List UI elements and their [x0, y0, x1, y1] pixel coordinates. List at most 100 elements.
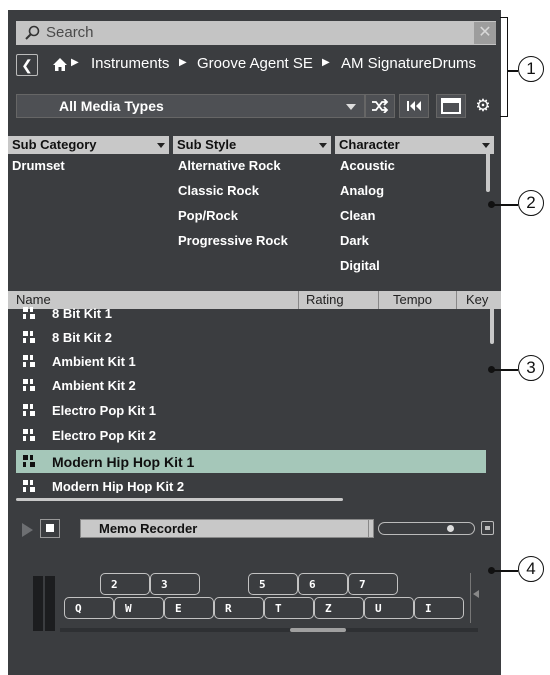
filter-item-alternative-rock[interactable]: Alternative Rock: [178, 158, 281, 173]
key-label: 6: [309, 578, 316, 591]
filter-header-sub-style[interactable]: Sub Style: [173, 136, 331, 154]
media-rack-panel: Search ✕ ❮ ▶ Instruments ▶ Groove Agent …: [8, 10, 501, 675]
key-label: Z: [325, 602, 332, 615]
breadcrumb-item-signature-drums[interactable]: AM SignatureDrums: [341, 55, 476, 72]
callout-4: 4: [518, 556, 544, 582]
breadcrumb-separator-icon: ▶: [322, 57, 330, 68]
filter-header-label: Sub Style: [177, 137, 237, 152]
level-meter-left: [33, 576, 43, 631]
result-row[interactable]: Ambient Kit 1: [16, 350, 486, 374]
stop-button[interactable]: [40, 519, 60, 538]
back-button[interactable]: ❮: [16, 54, 38, 76]
window-layout-icon: [441, 98, 461, 114]
key-2[interactable]: 2: [100, 573, 150, 595]
result-name: Modern Hip Hop Kit 2: [52, 479, 185, 493]
key-label: U: [375, 602, 382, 615]
key-r[interactable]: R: [214, 597, 264, 619]
filter-scrollbar[interactable]: [486, 152, 490, 192]
layout-button[interactable]: [436, 94, 466, 118]
key-6[interactable]: 6: [298, 573, 348, 595]
breadcrumb-item-instruments[interactable]: Instruments: [91, 55, 169, 72]
sort-arrow-icon: [482, 143, 490, 148]
key-label: E: [175, 602, 182, 615]
stop-icon: [46, 524, 54, 532]
filter-item-digital[interactable]: Digital: [340, 258, 380, 273]
key-3[interactable]: 3: [150, 573, 200, 595]
result-row-selected[interactable]: Modern Hip Hop Kit 1: [16, 450, 486, 473]
filter-item-clean[interactable]: Clean: [340, 208, 375, 223]
key-label: 2: [111, 578, 118, 591]
callout-bracket: [500, 17, 508, 117]
kit-preset-icon: [23, 404, 35, 416]
filter-header-sub-category[interactable]: Sub Category: [8, 136, 169, 154]
result-name: Electro Pop Kit 1: [52, 403, 157, 418]
result-row[interactable]: Electro Pop Kit 2: [16, 424, 486, 448]
scroll-left-arrow-icon[interactable]: [473, 590, 479, 598]
callout-leader-line: [508, 70, 518, 72]
result-row[interactable]: Ambient Kit 2: [16, 374, 486, 398]
kit-preset-icon: [23, 480, 35, 492]
sort-arrow-icon: [157, 143, 165, 148]
result-row[interactable]: 8 Bit Kit 1: [16, 302, 486, 326]
key-u[interactable]: U: [364, 597, 414, 619]
callout-leader-line: [494, 570, 518, 572]
breadcrumb-item-groove-agent[interactable]: Groove Agent SE: [197, 55, 313, 72]
key-5[interactable]: 5: [248, 573, 298, 595]
volume-slider[interactable]: [378, 522, 475, 535]
result-name: 8 Bit Kit 2: [52, 330, 112, 345]
breadcrumb-separator-icon: ▶: [179, 57, 187, 68]
callout-leader-line: [494, 204, 518, 206]
memo-recorder-label: Memo Recorder: [99, 521, 198, 536]
filter-item-progressive-rock[interactable]: Progressive Rock: [178, 233, 288, 248]
keyboard-scroll-track[interactable]: [60, 628, 478, 632]
kit-preset-icon: [23, 355, 35, 367]
filter-item-pop-rock[interactable]: Pop/Rock: [178, 208, 238, 223]
filter-item-acoustic[interactable]: Acoustic: [340, 158, 395, 173]
rewind-button[interactable]: [399, 94, 429, 118]
clear-search-icon[interactable]: ✕: [474, 22, 496, 44]
results-horizontal-scrollbar[interactable]: [16, 498, 343, 501]
filter-item-drumset[interactable]: Drumset: [12, 158, 65, 173]
media-type-select[interactable]: All Media Types: [16, 94, 365, 118]
filter-header-character[interactable]: Character: [335, 136, 494, 154]
chevron-down-icon: [346, 104, 356, 110]
filter-item-classic-rock[interactable]: Classic Rock: [178, 183, 259, 198]
key-7[interactable]: 7: [348, 573, 398, 595]
home-icon[interactable]: [52, 57, 68, 72]
result-name: 8 Bit Kit 1: [52, 306, 112, 321]
key-t[interactable]: T: [264, 597, 314, 619]
filter-item-analog[interactable]: Analog: [340, 183, 384, 198]
search-field[interactable]: Search ✕: [16, 21, 496, 45]
results-vertical-scrollbar[interactable]: [490, 302, 494, 344]
key-q[interactable]: Q: [64, 597, 114, 619]
filter-item-dark[interactable]: Dark: [340, 233, 369, 248]
device-icon[interactable]: [481, 521, 494, 535]
kit-preset-icon: [23, 331, 35, 343]
key-label: Q: [75, 602, 82, 615]
key-w[interactable]: W: [114, 597, 164, 619]
kit-preset-icon: [23, 429, 35, 441]
callout-3: 3: [518, 355, 544, 381]
result-row[interactable]: Electro Pop Kit 1: [16, 399, 486, 423]
skip-back-icon: [407, 101, 421, 111]
key-i[interactable]: I: [414, 597, 464, 619]
keyboard-scroll-thumb[interactable]: [290, 628, 346, 632]
key-label: W: [125, 602, 132, 615]
search-icon: [25, 25, 40, 40]
callout-1: 1: [518, 56, 544, 82]
key-label: 7: [359, 578, 366, 591]
result-row[interactable]: 8 Bit Kit 2: [16, 326, 486, 350]
level-meter-right: [45, 576, 55, 631]
media-type-label: All Media Types: [59, 98, 164, 114]
volume-slider-handle[interactable]: [447, 525, 454, 532]
settings-gear-icon[interactable]: ⚙: [470, 94, 496, 118]
memo-recorder-field[interactable]: Memo Recorder: [80, 519, 370, 538]
shuffle-button[interactable]: [365, 94, 395, 118]
key-z[interactable]: Z: [314, 597, 364, 619]
play-icon[interactable]: [22, 523, 33, 537]
key-label: T: [275, 602, 282, 615]
result-row[interactable]: Modern Hip Hop Kit 2: [16, 475, 486, 493]
key-label: I: [425, 602, 432, 615]
kit-preset-icon: [23, 307, 35, 319]
key-e[interactable]: E: [164, 597, 214, 619]
